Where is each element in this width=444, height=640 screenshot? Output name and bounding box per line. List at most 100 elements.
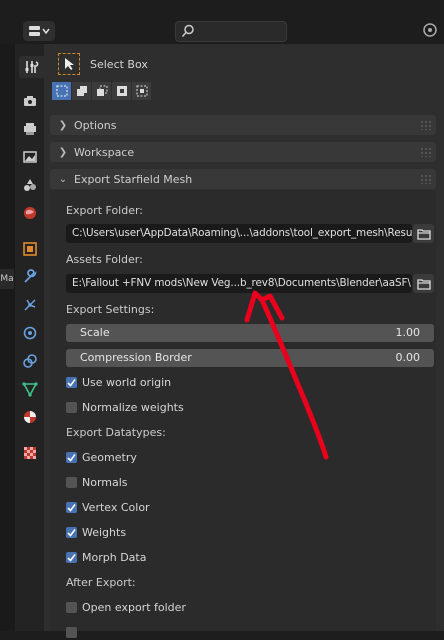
vertex-color-label: Vertex Color [82, 500, 150, 514]
physics-icon [23, 326, 37, 340]
export-section-header[interactable]: ⌄ Export Starfield Mesh [50, 169, 436, 189]
export-folder-browse-button[interactable] [413, 224, 434, 243]
sidebar-tab[interactable]: Ma [0, 269, 14, 289]
material-icon [24, 411, 36, 423]
scale-label: Scale [80, 326, 110, 339]
output-printer-icon [24, 123, 36, 135]
geometry-label: Geometry [82, 450, 137, 464]
constraints-icon [23, 354, 37, 368]
workspace-section-label: Workspace [74, 145, 135, 159]
tab-world[interactable] [19, 202, 41, 224]
open-export-folder-label: Open export folder [82, 600, 186, 614]
export-datatypes-label: Export Datatypes: [66, 426, 166, 439]
next-option-checkbox-partial[interactable] [66, 624, 82, 640]
export-folder-field[interactable]: C:\Users\user\AppData\Roaming\...\addons… [66, 224, 412, 243]
view-layer-image-icon [23, 151, 37, 163]
checkbox-empty-icon [66, 401, 77, 413]
selection-mode-group [52, 82, 152, 100]
options-section-label: Options [74, 118, 117, 132]
normalize-weights-checkbox[interactable]: Normalize weights [66, 399, 184, 415]
compression-border-value: 0.00 [395, 351, 421, 364]
tab-constraints[interactable] [19, 350, 41, 372]
options-dropdown-button[interactable] [421, 21, 439, 42]
mode-subtract-icon [96, 85, 107, 96]
folder-icon [416, 278, 431, 290]
scale-field[interactable]: Scale 1.00 [66, 324, 434, 342]
assets-folder-field[interactable]: E:\Fallout +FNV mods\New Veg...b_rev8\Do… [66, 274, 412, 293]
options-section-header[interactable]: ❯ Options [50, 115, 436, 135]
chevron-right-icon: ❯ [58, 119, 68, 131]
tab-render[interactable] [19, 90, 41, 112]
drag-grip-icon[interactable] [420, 147, 432, 157]
tab-object[interactable] [19, 238, 41, 260]
tab-tool[interactable] [19, 56, 44, 78]
checkmark-icon [66, 526, 77, 538]
compression-border-field[interactable]: Compression Border 0.00 [66, 349, 434, 367]
tab-physics[interactable] [19, 322, 41, 344]
tab-output[interactable] [19, 118, 41, 140]
tab-particles[interactable] [19, 294, 41, 316]
scene-icon [24, 179, 36, 191]
assets-folder-label: Assets Folder: [66, 253, 143, 266]
tab-texture[interactable] [19, 442, 41, 464]
mode-subtract-button[interactable] [92, 82, 111, 100]
mode-intersect-icon [136, 85, 147, 97]
select-box-icon [58, 53, 80, 75]
tab-scene[interactable] [19, 174, 41, 196]
search-icon [181, 24, 194, 37]
active-tool[interactable]: Select Box [58, 53, 148, 75]
checkbox-empty-icon [66, 601, 77, 613]
particles-icon [24, 299, 36, 311]
checkmark-icon [66, 501, 77, 513]
drag-grip-icon[interactable] [420, 120, 432, 130]
workspace-section-header[interactable]: ❯ Workspace [50, 142, 436, 162]
checkmark-icon [66, 376, 77, 388]
mode-set-button[interactable] [52, 82, 71, 100]
export-folder-label: Export Folder: [66, 204, 144, 217]
normals-checkbox[interactable]: Normals [66, 474, 128, 490]
weights-checkbox[interactable]: Weights [66, 524, 126, 540]
geometry-checkbox[interactable]: Geometry [66, 449, 137, 465]
tab-data[interactable] [19, 378, 41, 400]
tab-modifiers[interactable] [19, 266, 41, 288]
use-world-origin-label: Use world origin [82, 375, 172, 389]
export-section-label: Export Starfield Mesh [74, 172, 193, 186]
checkbox-empty-icon [66, 476, 77, 488]
checkmark-icon [66, 551, 77, 563]
mesh-data-icon [22, 382, 38, 397]
options-icon [423, 23, 437, 37]
assets-folder-browse-button[interactable] [413, 274, 434, 293]
normalize-weights-label: Normalize weights [82, 400, 184, 414]
modifier-wrench-icon [24, 269, 37, 283]
weights-label: Weights [82, 525, 127, 539]
texture-checker-icon [24, 447, 36, 459]
vertex-color-checkbox[interactable]: Vertex Color [66, 499, 150, 515]
render-camera-icon [24, 96, 36, 106]
compression-border-label: Compression Border [80, 351, 192, 364]
drag-grip-icon[interactable] [420, 174, 432, 184]
morph-data-label: Morph Data [82, 550, 147, 564]
morph-data-checkbox[interactable]: Morph Data [66, 549, 146, 565]
mode-set-icon [56, 85, 67, 97]
export-section-body: Export Folder: C:\Users\user\AppData\Roa… [50, 190, 436, 638]
viewport-edge: Ma [0, 44, 15, 631]
mode-intersect-button[interactable] [132, 82, 151, 100]
editor-type-button[interactable] [23, 21, 55, 41]
tool-name: Select Box [90, 57, 148, 71]
chevron-right-icon: ❯ [58, 146, 68, 158]
use-world-origin-checkbox[interactable]: Use world origin [66, 374, 171, 390]
open-export-folder-checkbox[interactable]: Open export folder [66, 599, 186, 615]
tab-view-layer[interactable] [19, 146, 41, 168]
mode-extend-icon [76, 86, 87, 96]
properties-editor-icon [29, 26, 50, 36]
mode-invert-button[interactable] [112, 82, 131, 100]
checkbox-empty-icon [66, 626, 77, 638]
checkmark-icon [66, 451, 77, 463]
scale-value: 1.00 [395, 326, 421, 339]
search-input[interactable] [175, 21, 287, 42]
folder-icon [416, 228, 431, 240]
mode-extend-button[interactable] [72, 82, 91, 100]
tool-wrench-icon [25, 61, 38, 73]
tab-material[interactable] [19, 406, 41, 428]
properties-panel: Select Box ❯ Options ❯ Workspace ⌄ Expor… [44, 44, 444, 638]
